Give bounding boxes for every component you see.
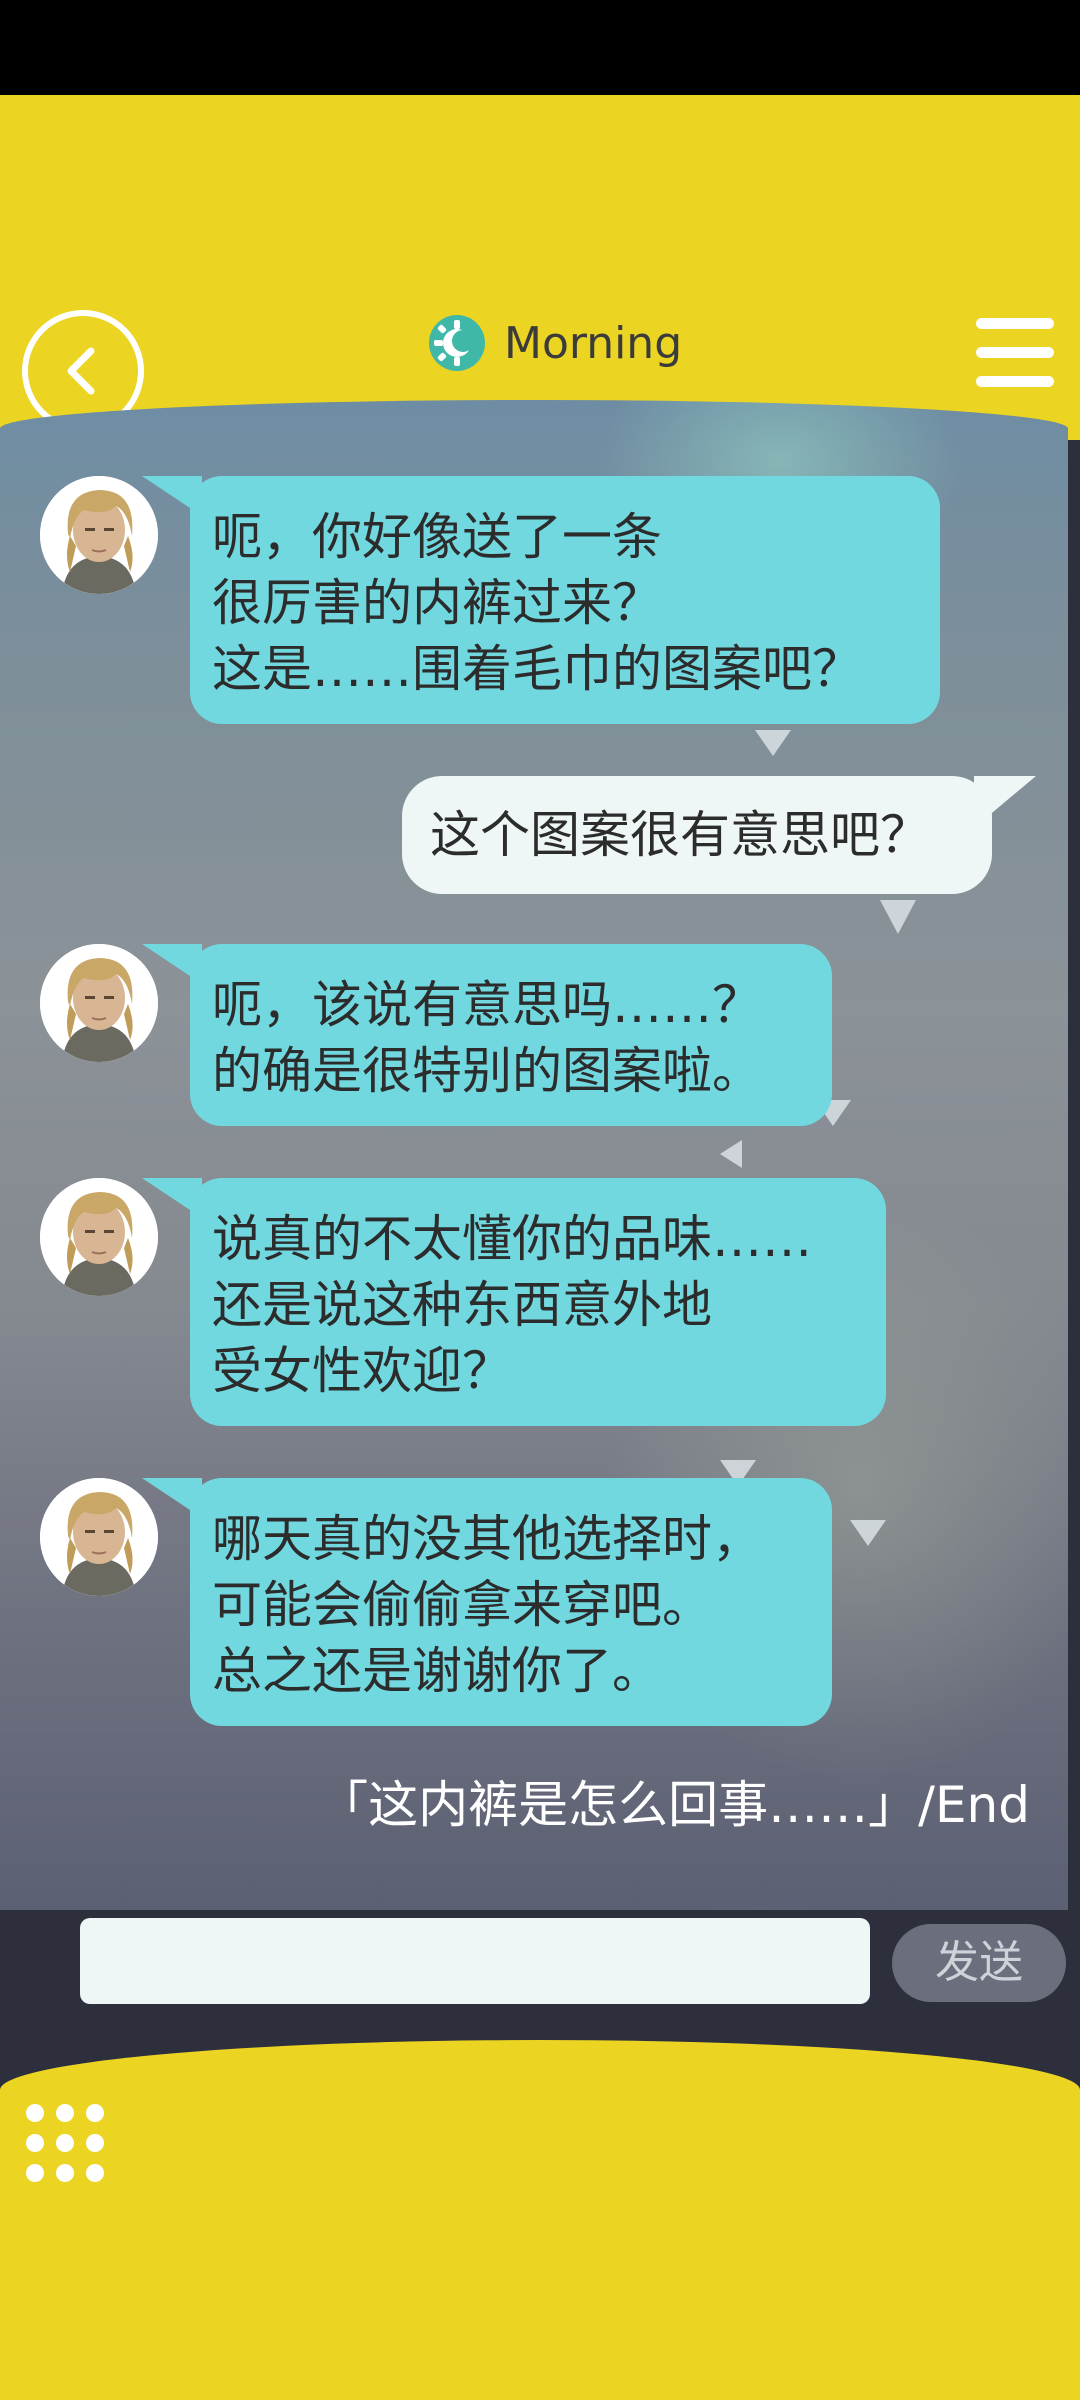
status-bar bbox=[0, 0, 1080, 95]
npc-message-bubble: 呃，该说有意思吗……？ 的确是很特别的图案啦。 bbox=[142, 944, 832, 1126]
decorative-triangle bbox=[755, 730, 791, 756]
avatar bbox=[40, 1478, 158, 1596]
decorative-triangle bbox=[850, 1520, 886, 1546]
send-button[interactable]: 发送 bbox=[892, 1924, 1066, 2002]
user-message-bubble: 这个图案很有意思吧？ bbox=[402, 776, 1036, 894]
grid-menu-button[interactable] bbox=[26, 2104, 106, 2182]
npc-message-bubble: 说真的不太懂你的品味…… 还是说这种东西意外地 受女性欢迎？ bbox=[142, 1178, 886, 1426]
menu-button[interactable] bbox=[976, 318, 1054, 388]
end-label: 「这内裤是怎么回事……」/End bbox=[318, 1776, 1030, 1834]
avatar bbox=[40, 476, 158, 594]
header-title: Morning bbox=[428, 308, 682, 378]
bottom-panel bbox=[0, 2040, 1080, 2400]
avatar bbox=[40, 1178, 158, 1296]
npc-message-bubble: 呃，你好像送了一条 很厉害的内裤过来？ 这是……围着毛巾的图案吧？ bbox=[142, 476, 940, 724]
decorative-triangle bbox=[880, 900, 916, 934]
chat-scroll-edge bbox=[1068, 440, 1080, 1910]
decorative-triangle bbox=[720, 1140, 742, 1168]
npc-message-bubble: 哪天真的没其他选择时， 可能会偷偷拿来穿吧。 总之还是谢谢你了。 bbox=[142, 1478, 832, 1726]
avatar bbox=[40, 944, 158, 1062]
chevron-left-icon bbox=[67, 347, 95, 395]
page-title: Morning bbox=[504, 317, 683, 369]
message-input[interactable] bbox=[80, 1918, 870, 2004]
sun-gear-icon bbox=[429, 315, 485, 371]
